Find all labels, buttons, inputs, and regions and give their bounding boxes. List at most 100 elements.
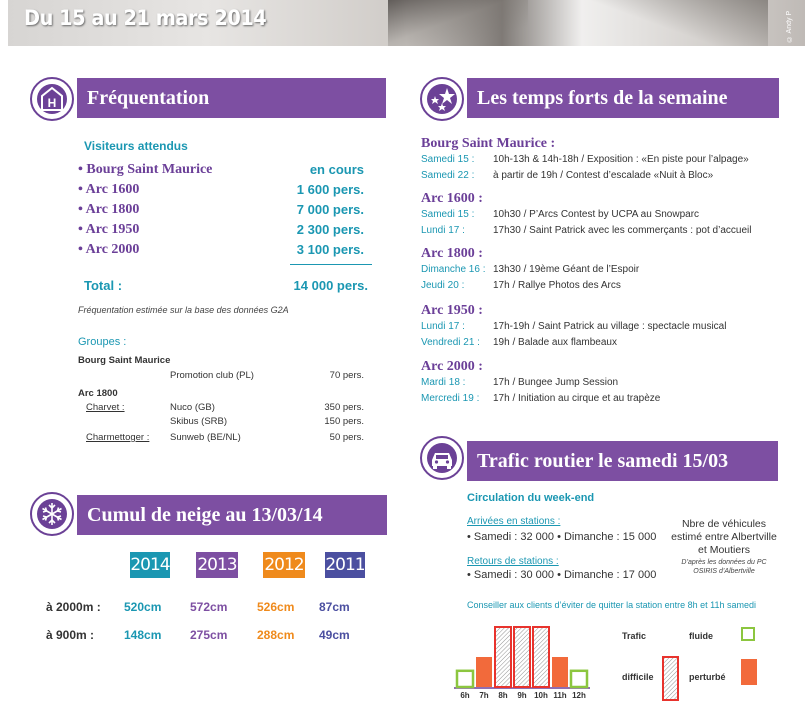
hour-tick-label: 7h bbox=[479, 691, 488, 700]
event-date: Mercredi 19 : bbox=[421, 393, 480, 404]
visitor-row: • Bourg Saint Maurice en cours bbox=[78, 162, 368, 182]
group-arc1800-title: Arc 1800 bbox=[78, 388, 118, 399]
page-title: Du 15 au 21 mars 2014 bbox=[24, 6, 267, 30]
event-text: 10h-13h & 14h-18h / Exposition : «En pis… bbox=[493, 154, 749, 165]
snow-depth-value: 49cm bbox=[319, 628, 350, 642]
event-date: Samedi 15 : bbox=[421, 154, 475, 165]
event-text: 17h / Bungee Jump Session bbox=[493, 377, 619, 388]
event-text: 17h / Rallye Photos des Arcs bbox=[493, 280, 621, 291]
event-location: Arc 1600 : bbox=[421, 191, 483, 206]
event-item: Lundi 17 : 17h-19h / Saint Patrick au vil… bbox=[421, 321, 726, 332]
legend-difficile-swatch bbox=[662, 656, 679, 701]
visitor-station: • Arc 2000 bbox=[78, 242, 140, 257]
visitor-count: en cours bbox=[309, 162, 364, 177]
arrivals-values: • Samedi : 32 000 • Dimanche : 15 000 bbox=[467, 531, 656, 543]
visitor-station: • Bourg Saint Maurice bbox=[78, 162, 213, 177]
year-badge-2014: 2014 bbox=[130, 552, 171, 578]
event-item: Vendredi 21 : 19h / Balade aux flambeaux bbox=[421, 337, 617, 348]
traffic-bar-8h bbox=[494, 626, 512, 688]
event-item: Lundi 17 : 17h30 / Saint Patrick avec les… bbox=[421, 225, 751, 236]
photo-credit: © Andy P bbox=[786, 10, 793, 42]
traffic-banner: Trafic routier le samedi 15/03 bbox=[467, 441, 778, 481]
legend-title: Trafic bbox=[622, 631, 647, 641]
event-text: 17h30 / Saint Patrick avec les commerçan… bbox=[493, 225, 752, 236]
traffic-bar-12h bbox=[569, 669, 589, 689]
event-item: Mercredi 19 : 17h / Initiation au cirque … bbox=[421, 393, 660, 404]
snow-depth-value: 526cm bbox=[257, 600, 295, 614]
event-text: 10h30 / P’Arcs Contest by UCPA au Snowpa… bbox=[493, 209, 700, 220]
group-value: 350 pers. bbox=[324, 402, 364, 413]
group-name: Skibus (SRB) bbox=[170, 416, 228, 427]
event-text: 17h / Initiation au cirque et au trapèze bbox=[493, 393, 661, 404]
event-text: à partir de 19h / Contest d’escalade «Nu… bbox=[493, 170, 714, 181]
group-agency-charmettoger: Charmettoger : bbox=[86, 432, 150, 443]
returns-text: • Samedi : 30 000 • Dimanche : 17 000 bbox=[467, 569, 657, 581]
traffic-bar-6h bbox=[455, 669, 475, 689]
event-item: Dimanche 16 : 13h30 / 19ème Géant de l’Es… bbox=[421, 264, 639, 275]
snow-depth-value: 520cm bbox=[124, 600, 162, 614]
group-name: Nuco (GB) bbox=[170, 402, 215, 413]
group-name: Promotion club (PL) bbox=[170, 370, 254, 381]
total-label: Total : bbox=[84, 278, 123, 293]
group-value: 150 pers. bbox=[324, 416, 364, 427]
event-location: Arc 2000 : bbox=[421, 359, 483, 374]
event-date: Samedi 15 : bbox=[421, 209, 475, 220]
visitor-row: • Arc 1950 2 300 pers. bbox=[78, 222, 368, 242]
group-value: 70 pers. bbox=[329, 370, 364, 381]
traffic-subtitle: Circulation du week-end bbox=[467, 492, 595, 504]
frequentation-note: Fréquentation estimée sur la base des do… bbox=[78, 305, 289, 315]
visitor-station: • Arc 1600 bbox=[78, 182, 140, 197]
hour-tick-label: 10h bbox=[534, 691, 548, 700]
event-date: Lundi 17 : bbox=[421, 225, 465, 236]
event-item: Jeudi 20 : 17h / Rallye Photos des Arcs bbox=[421, 280, 621, 291]
event-date: Jeudi 20 : bbox=[421, 280, 465, 291]
returns-values: • Samedi : 30 000 • Dimanche : 17 000 bbox=[467, 569, 656, 581]
visitor-row: • Arc 2000 3 100 pers. bbox=[78, 242, 368, 262]
events-banner: Les temps forts de la semaine bbox=[467, 78, 779, 118]
legend-perturbe-label: perturbé bbox=[689, 672, 726, 682]
stars-icon bbox=[420, 77, 464, 121]
snow-depth-value: 572cm bbox=[190, 600, 228, 614]
visitors-subtitle: Visiteurs attendus bbox=[84, 139, 188, 153]
svg-text:H: H bbox=[48, 96, 57, 110]
altitude-label: à 2000m : bbox=[46, 600, 101, 614]
traffic-bar-9h bbox=[513, 626, 531, 688]
traffic-advice: Conseiller aux clients d’éviter de quitt… bbox=[467, 600, 756, 610]
legend-fluide-swatch bbox=[741, 627, 755, 641]
year-badge-2011: 2011 bbox=[325, 552, 366, 578]
event-location: Arc 1800 : bbox=[421, 246, 483, 261]
event-date: Vendredi 21 : bbox=[421, 337, 480, 348]
event-item: Mardi 18 : 17h / Bungee Jump Session bbox=[421, 377, 618, 388]
legend-fluide-label: fluide bbox=[689, 631, 713, 641]
year-badge-2012: 2012 bbox=[263, 552, 305, 578]
hotel-icon: H bbox=[30, 77, 74, 121]
legend-difficile-label: difficile bbox=[622, 672, 654, 682]
event-item: Samedi 15 : 10h30 / P’Arcs Contest by UCP… bbox=[421, 209, 699, 220]
event-location: Bourg Saint Maurice : bbox=[421, 136, 556, 151]
arrivals-text: • Samedi : 32 000 • Dimanche : 15 000 bbox=[467, 531, 657, 543]
groups-title: Groupes : bbox=[78, 336, 127, 348]
returns-label: Retours de stations : bbox=[467, 556, 559, 567]
snow-depth-value: 148cm bbox=[124, 628, 162, 642]
arrivals-label: Arrivées en stations : bbox=[467, 516, 561, 527]
event-text: 19h / Balade aux flambeaux bbox=[493, 337, 617, 348]
visitor-station: • Arc 1800 bbox=[78, 202, 140, 217]
traffic-bar-10h bbox=[532, 626, 550, 688]
visitor-row: • Arc 1600 1 600 pers. bbox=[78, 182, 368, 202]
hour-tick-label: 9h bbox=[517, 691, 526, 700]
snowflake-icon bbox=[30, 492, 74, 536]
snow-banner: Cumul de neige au 13/03/14 bbox=[77, 495, 387, 535]
altitude-label: à 900m : bbox=[46, 628, 95, 642]
year-badge-2013: 2013 bbox=[196, 552, 238, 578]
hour-tick-label: 11h bbox=[553, 691, 566, 700]
visitor-count: 1 600 pers. bbox=[296, 182, 364, 197]
car-icon bbox=[420, 436, 464, 480]
event-item: Samedi 15 : 10h-13h & 14h-18h / Expositio… bbox=[421, 154, 749, 165]
traffic-bar-11h bbox=[552, 657, 568, 687]
hour-tick-label: 12h bbox=[572, 691, 586, 700]
visitor-count: 7 000 pers. bbox=[296, 202, 364, 217]
visitor-row: • Arc 1800 7 000 pers. bbox=[78, 202, 368, 222]
visitor-count: 3 100 pers. bbox=[296, 242, 364, 257]
visitor-count: 2 300 pers. bbox=[296, 222, 364, 237]
event-text: 13h30 / 19ème Géant de l’Espoir bbox=[493, 264, 640, 275]
